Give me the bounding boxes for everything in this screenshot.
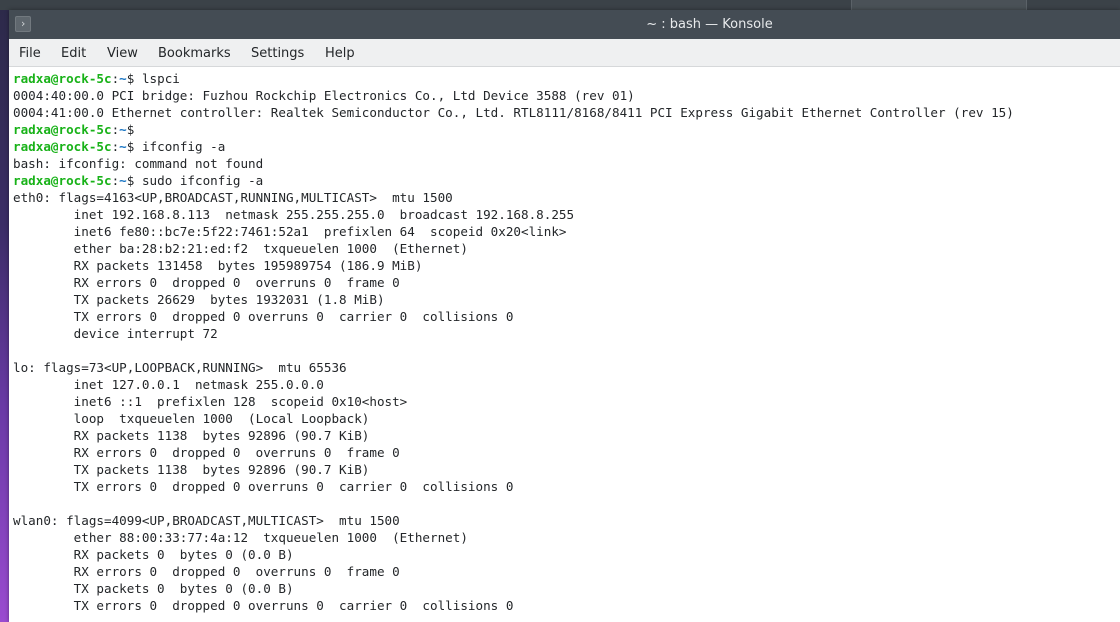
prompt-user-host: radxa@rock-5c: [13, 139, 112, 154]
output-text: RX errors 0 dropped 0 overruns 0 frame 0: [13, 275, 400, 290]
output-text: lo: flags=73<UP,LOOPBACK,RUNNING> mtu 65…: [13, 360, 347, 375]
terminal-line: 0004:40:00.0 PCI bridge: Fuzhou Rockchip…: [13, 87, 635, 104]
output-text: TX errors 0 dropped 0 overruns 0 carrier…: [13, 479, 514, 494]
output-text: TX packets 26629 bytes 1932031 (1.8 MiB): [13, 292, 385, 307]
menubar: File Edit View Bookmarks Settings Help: [9, 39, 1120, 67]
terminal-line: TX errors 0 dropped 0 overruns 0 carrier…: [13, 478, 514, 495]
output-text: RX errors 0 dropped 0 overruns 0 frame 0: [13, 445, 400, 460]
menu-help[interactable]: Help: [325, 46, 355, 61]
menu-settings[interactable]: Settings: [251, 46, 304, 61]
terminal-line: inet6 ::1 prefixlen 128 scopeid 0x10<hos…: [13, 393, 408, 410]
terminal-line: inet6 fe80::bc7e:5f22:7461:52a1 prefixle…: [13, 223, 567, 240]
window-titlebar[interactable]: › ~ : bash — Konsole: [9, 10, 1120, 39]
menu-bookmarks[interactable]: Bookmarks: [158, 46, 231, 61]
output-text: inet 127.0.0.1 netmask 255.0.0.0: [13, 377, 324, 392]
desktop-wallpaper: [0, 10, 9, 622]
output-text: RX packets 131458 bytes 195989754 (186.9…: [13, 258, 423, 273]
terminal-line: ether 88:00:33:77:4a:12 txqueuelen 1000 …: [13, 529, 468, 546]
prompt-path: ~: [119, 173, 127, 188]
menu-file[interactable]: File: [19, 46, 41, 61]
konsole-window: › ~ : bash — Konsole File Edit View Book…: [9, 10, 1120, 622]
terminal-line: eth0: flags=4163<UP,BROADCAST,RUNNING,MU…: [13, 189, 453, 206]
terminal-line: TX packets 26629 bytes 1932031 (1.8 MiB): [13, 291, 385, 308]
output-text: TX packets 1138 bytes 92896 (90.7 KiB): [13, 462, 370, 477]
terminal-line: loop txqueuelen 1000 (Local Loopback): [13, 410, 370, 427]
output-text: ether 88:00:33:77:4a:12 txqueuelen 1000 …: [13, 530, 468, 545]
terminal-line: RX packets 131458 bytes 195989754 (186.9…: [13, 257, 423, 274]
output-text: bash: ifconfig: command not found: [13, 156, 264, 171]
terminal-line: radxa@rock-5c:~$: [13, 121, 134, 138]
output-text: RX packets 0 bytes 0 (0.0 B): [13, 547, 294, 562]
terminal-line: TX packets 0 bytes 0 (0.0 B): [13, 580, 294, 597]
command-text: lspci: [134, 71, 180, 86]
terminal-line: bash: ifconfig: command not found: [13, 155, 263, 172]
terminal-line: RX errors 0 dropped 0 overruns 0 frame 0: [13, 274, 400, 291]
output-text: 0004:41:00.0 Ethernet controller: Realte…: [13, 105, 1014, 120]
terminal-line: RX packets 0 bytes 0 (0.0 B): [13, 546, 294, 563]
terminal-line: TX errors 0 dropped 0 overruns 0 carrier…: [13, 308, 514, 325]
output-text: inet 192.168.8.113 netmask 255.255.255.0…: [13, 207, 575, 222]
terminal-line: TX errors 0 dropped 0 overruns 0 carrier…: [13, 597, 514, 614]
terminal-line: RX errors 0 dropped 0 overruns 0 frame 0: [13, 444, 400, 461]
output-text: loop txqueuelen 1000 (Local Loopback): [13, 411, 370, 426]
output-text: RX packets 1138 bytes 92896 (90.7 KiB): [13, 428, 370, 443]
terminal-line: 0004:41:00.0 Ethernet controller: Realte…: [13, 104, 1014, 121]
output-text: 0004:40:00.0 PCI bridge: Fuzhou Rockchip…: [13, 88, 635, 103]
prompt-user-host: radxa@rock-5c: [13, 71, 112, 86]
output-text: wlan0: flags=4099<UP,BROADCAST,MULTICAST…: [13, 513, 400, 528]
terminal-line: inet 127.0.0.1 netmask 255.0.0.0: [13, 376, 324, 393]
desktop-panel: [0, 0, 1120, 10]
menu-edit[interactable]: Edit: [61, 46, 86, 61]
desktop: › ~ : bash — Konsole File Edit View Book…: [0, 0, 1120, 622]
terminal-line: radxa@rock-5c:~$ sudo ifconfig -a: [13, 172, 263, 189]
terminal-line: wlan0: flags=4099<UP,BROADCAST,MULTICAST…: [13, 512, 400, 529]
prompt-user-host: radxa@rock-5c: [13, 122, 112, 137]
output-text: TX errors 0 dropped 0 overruns 0 carrier…: [13, 598, 514, 613]
output-text: ether ba:28:b2:21:ed:f2 txqueuelen 1000 …: [13, 241, 468, 256]
terminal-line: lo: flags=73<UP,LOOPBACK,RUNNING> mtu 65…: [13, 359, 347, 376]
prompt-path: ~: [119, 122, 127, 137]
prompt-path: ~: [119, 139, 127, 154]
panel-task-button[interactable]: [851, 0, 1027, 10]
terminal-line: RX errors 0 dropped 0 overruns 0 frame 0: [13, 563, 400, 580]
window-title: ~ : bash — Konsole: [646, 17, 773, 32]
terminal-line: TX packets 1138 bytes 92896 (90.7 KiB): [13, 461, 370, 478]
output-text: RX errors 0 dropped 0 overruns 0 frame 0: [13, 564, 400, 579]
terminal-line: RX packets 1138 bytes 92896 (90.7 KiB): [13, 427, 370, 444]
terminal-output[interactable]: radxa@rock-5c:~$ lspci 0004:40:00.0 PCI b…: [9, 67, 1120, 622]
prompt-user-host: radxa@rock-5c: [13, 173, 112, 188]
terminal-line: device interrupt 72: [13, 325, 218, 342]
terminal-line: ether ba:28:b2:21:ed:f2 txqueuelen 1000 …: [13, 240, 468, 257]
terminal-line: radxa@rock-5c:~$ ifconfig -a: [13, 138, 225, 155]
terminal-line: inet 192.168.8.113 netmask 255.255.255.0…: [13, 206, 574, 223]
output-text: inet6 ::1 prefixlen 128 scopeid 0x10<hos…: [13, 394, 408, 409]
terminal-line: radxa@rock-5c:~$ lspci: [13, 70, 180, 87]
output-text: eth0: flags=4163<UP,BROADCAST,RUNNING,MU…: [13, 190, 453, 205]
output-text: TX packets 0 bytes 0 (0.0 B): [13, 581, 294, 596]
command-text: ifconfig -a: [134, 139, 226, 154]
command-text: sudo ifconfig -a: [134, 173, 264, 188]
output-text: device interrupt 72: [13, 326, 218, 341]
output-text: inet6 fe80::bc7e:5f22:7461:52a1 prefixle…: [13, 224, 567, 239]
menu-view[interactable]: View: [107, 46, 138, 61]
output-text: TX errors 0 dropped 0 overruns 0 carrier…: [13, 309, 514, 324]
prompt-symbol: $: [126, 122, 135, 137]
prompt-path: ~: [119, 71, 127, 86]
